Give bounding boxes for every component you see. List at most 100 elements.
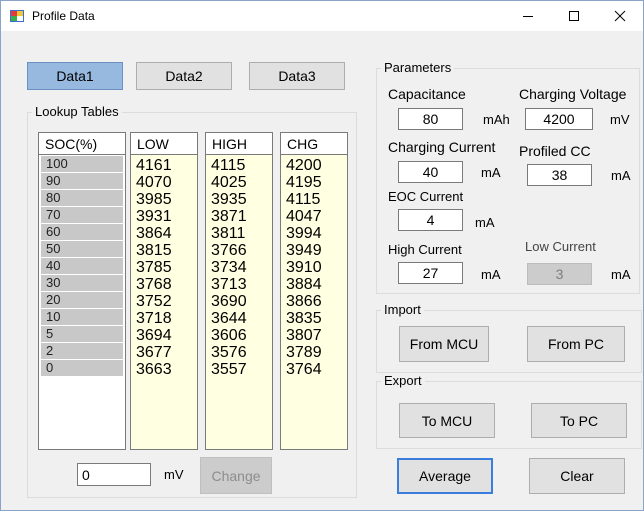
to-pc-button[interactable]: To PC (531, 403, 627, 438)
profiled-cc-input[interactable]: 38 (527, 164, 592, 186)
high-cell[interactable]: 3690 (206, 293, 272, 310)
low-cell[interactable]: 3785 (131, 259, 197, 276)
low-cell[interactable]: 3663 (131, 361, 197, 378)
high-cell[interactable]: 3713 (206, 276, 272, 293)
low-column[interactable]: LOW 4161 4070 3985 3931 3864 3815 3785 3768 3752… (130, 132, 198, 450)
soc-cell: 20 (41, 292, 123, 308)
from-pc-button[interactable]: From PC (527, 326, 625, 362)
low-cell[interactable]: 4070 (131, 174, 197, 191)
window-title: Profile Data (32, 9, 95, 23)
tab-data2[interactable]: Data2 (136, 62, 232, 90)
maximize-button[interactable] (551, 1, 597, 31)
mv-unit-label: mV (164, 467, 184, 482)
soc-cell: 5 (41, 326, 123, 342)
chg-cell[interactable]: 4200 (281, 157, 347, 174)
low-cell[interactable]: 3768 (131, 276, 197, 293)
parameters-label: Parameters (381, 60, 455, 75)
chg-cell[interactable]: 3866 (281, 293, 347, 310)
low-cell[interactable]: 3931 (131, 208, 197, 225)
low-cell[interactable]: 3718 (131, 310, 197, 327)
high-cell[interactable]: 3734 (206, 259, 272, 276)
low-current-label: Low Current (525, 239, 596, 254)
change-button[interactable]: Change (200, 457, 272, 494)
maximize-icon (569, 11, 579, 21)
soc-cell: 10 (41, 309, 123, 325)
high-cell[interactable]: 3606 (206, 327, 272, 344)
eoc-current-input[interactable]: 4 (398, 209, 463, 231)
soc-cell: 70 (41, 207, 123, 223)
soc-cell: 30 (41, 275, 123, 291)
high-cell[interactable]: 3766 (206, 242, 272, 259)
high-current-label: High Current (388, 242, 462, 257)
chg-cell[interactable]: 3807 (281, 327, 347, 344)
low-cell[interactable]: 4161 (131, 157, 197, 174)
chg-column[interactable]: CHG 4200 4195 4115 4047 3994 3949 3910 3884 3866… (280, 132, 348, 450)
chg-cell[interactable]: 4115 (281, 191, 347, 208)
soc-cell: 2 (41, 343, 123, 359)
low-cell[interactable]: 3677 (131, 344, 197, 361)
soc-cell: 40 (41, 258, 123, 274)
high-cell[interactable]: 3871 (206, 208, 272, 225)
tab-data1[interactable]: Data1 (27, 62, 123, 90)
soc-cell: 100 (41, 156, 123, 172)
chg-cell[interactable]: 4047 (281, 208, 347, 225)
high-cell[interactable]: 3811 (206, 225, 272, 242)
high-cell[interactable]: 3644 (206, 310, 272, 327)
chg-cell[interactable]: 3835 (281, 310, 347, 327)
import-label: Import (381, 302, 424, 317)
chg-cell[interactable]: 3949 (281, 242, 347, 259)
low-cell[interactable]: 3694 (131, 327, 197, 344)
high-header: HIGH (206, 133, 272, 155)
eoc-current-label: EOC Current (388, 189, 464, 204)
low-cell[interactable]: 3985 (131, 191, 197, 208)
capacitance-unit: mAh (483, 112, 510, 127)
chg-cell[interactable]: 3910 (281, 259, 347, 276)
chg-header: CHG (281, 133, 347, 155)
chg-cell[interactable]: 3884 (281, 276, 347, 293)
charging-current-unit: mA (481, 165, 501, 180)
charging-current-input[interactable]: 40 (398, 161, 463, 183)
soc-cell: 80 (41, 190, 123, 206)
low-header: LOW (131, 133, 197, 155)
close-icon (614, 10, 626, 22)
average-button[interactable]: Average (397, 458, 493, 494)
high-cell[interactable]: 3557 (206, 361, 272, 378)
tab-data3[interactable]: Data3 (249, 62, 345, 90)
capacitance-input[interactable]: 80 (398, 108, 463, 130)
mv-input[interactable]: 0 (77, 463, 151, 486)
clear-button[interactable]: Clear (529, 458, 625, 494)
high-cell[interactable]: 4025 (206, 174, 272, 191)
profile-data-window: Profile Data Data1 Data2 Data3 Lookup Ta… (0, 0, 644, 511)
charging-current-label: Charging Current (388, 139, 496, 155)
low-cell[interactable]: 3752 (131, 293, 197, 310)
minimize-button[interactable] (505, 1, 551, 31)
profiled-cc-unit: mA (611, 168, 631, 183)
to-mcu-button[interactable]: To MCU (399, 403, 495, 438)
soc-cell: 0 (41, 360, 123, 376)
soc-cell: 60 (41, 224, 123, 240)
high-cell[interactable]: 3935 (206, 191, 272, 208)
low-cell[interactable]: 3815 (131, 242, 197, 259)
soc-cell: 90 (41, 173, 123, 189)
from-mcu-button[interactable]: From MCU (399, 326, 489, 362)
soc-column: SOC(%) 100 90 80 70 60 50 40 30 20 10 5 2 0 (38, 132, 126, 450)
low-cell[interactable]: 3864 (131, 225, 197, 242)
title-bar: Profile Data (1, 1, 643, 31)
high-current-input[interactable]: 27 (398, 262, 463, 284)
minimize-icon (523, 16, 533, 17)
chg-cell[interactable]: 3789 (281, 344, 347, 361)
high-cell[interactable]: 4115 (206, 157, 272, 174)
high-cell[interactable]: 3576 (206, 344, 272, 361)
chg-cell[interactable]: 3994 (281, 225, 347, 242)
close-button[interactable] (597, 1, 643, 31)
charging-voltage-unit: mV (610, 112, 630, 127)
chg-cell[interactable]: 4195 (281, 174, 347, 191)
soc-cell: 50 (41, 241, 123, 257)
high-column[interactable]: HIGH 4115 4025 3935 3871 3811 3766 3734 3713 369… (205, 132, 273, 450)
eoc-current-unit: mA (475, 215, 495, 230)
low-current-input: 3 (527, 263, 592, 285)
profiled-cc-label: Profiled CC (519, 143, 591, 159)
charging-voltage-label: Charging Voltage (519, 86, 627, 102)
chg-cell[interactable]: 3764 (281, 361, 347, 378)
charging-voltage-input[interactable]: 4200 (525, 108, 593, 130)
